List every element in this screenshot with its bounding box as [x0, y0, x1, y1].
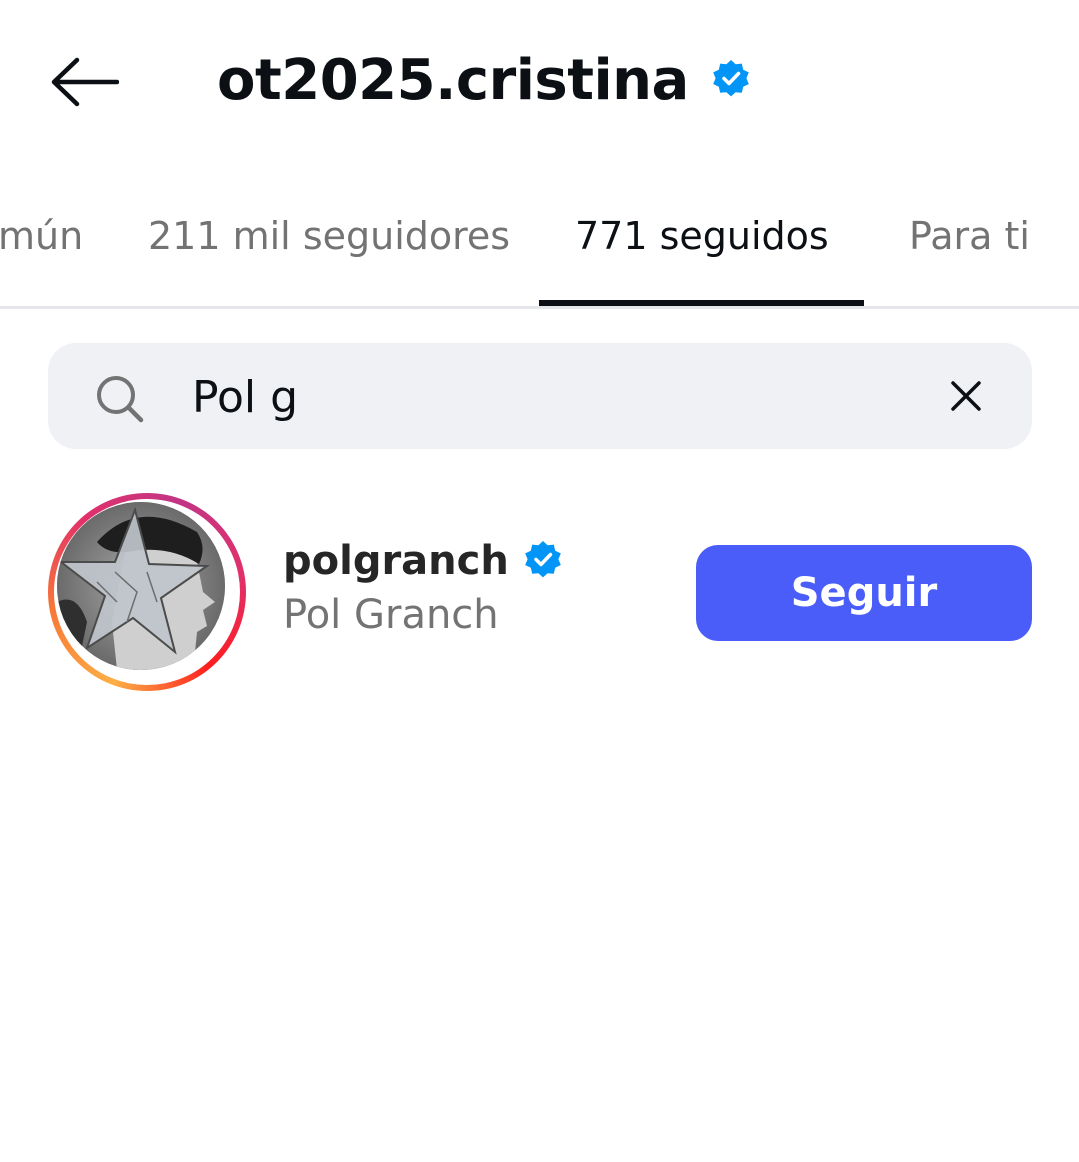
result-username: polgranch	[283, 538, 509, 584]
page-title: ot2025.cristina	[217, 44, 751, 116]
tab-following[interactable]: 771 seguidos	[575, 214, 829, 258]
story-ring	[48, 493, 246, 691]
tab-followers[interactable]: 211 mil seguidores	[148, 214, 510, 258]
tab-common[interactable]: mún	[0, 214, 83, 258]
arrow-left-icon	[51, 57, 119, 107]
back-button[interactable]	[46, 52, 122, 112]
result-username-line: polgranch	[283, 538, 563, 584]
tab-bar: mún 211 mil seguidores 771 seguidos Para…	[0, 200, 1079, 308]
search-input[interactable]	[192, 360, 892, 434]
verified-badge-icon	[523, 539, 563, 583]
close-icon	[951, 381, 981, 411]
clear-search-button[interactable]	[940, 370, 992, 422]
profile-username: ot2025.cristina	[217, 47, 689, 113]
result-full-name: Pol Granch	[283, 592, 499, 638]
tabs-divider	[0, 306, 1079, 309]
verified-badge-icon	[711, 58, 751, 102]
avatar[interactable]	[57, 502, 225, 670]
search-icon	[97, 376, 144, 423]
follow-button[interactable]: Seguir	[696, 545, 1032, 641]
tab-for-you[interactable]: Para ti	[909, 214, 1030, 258]
